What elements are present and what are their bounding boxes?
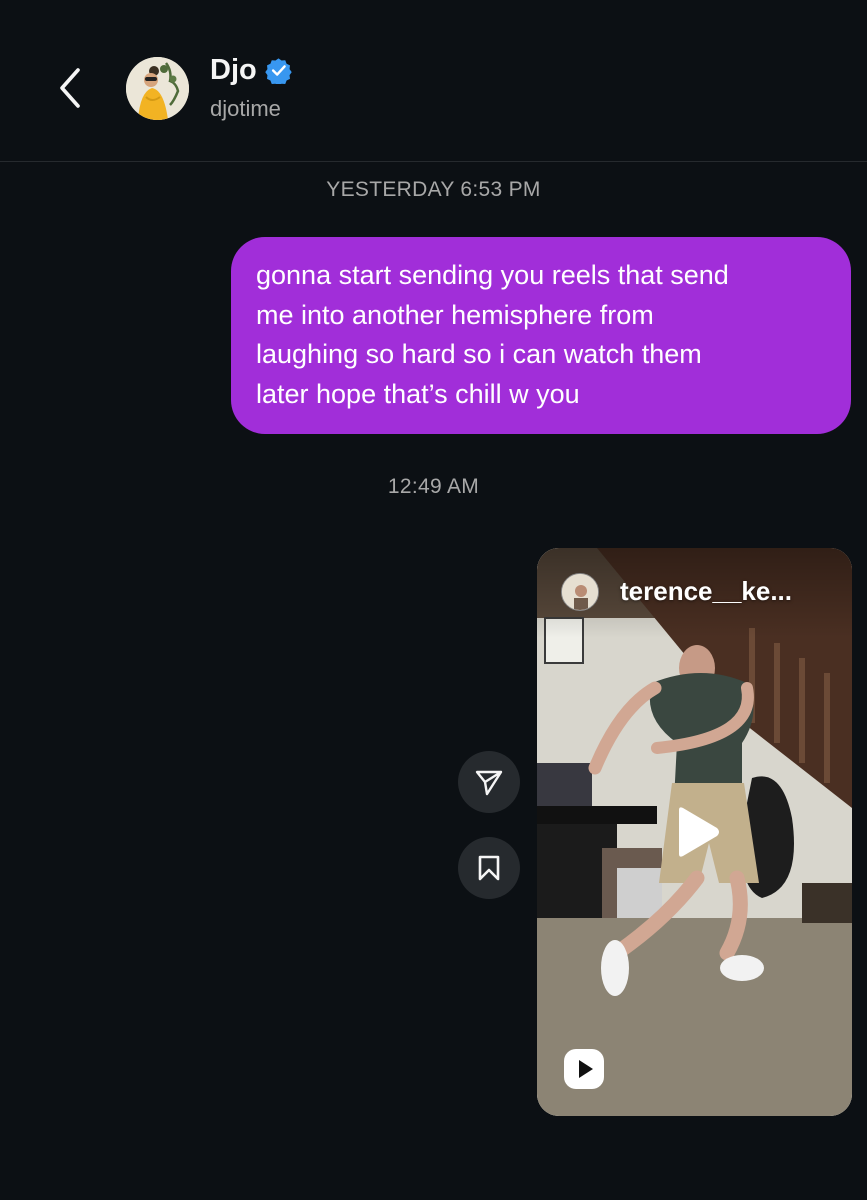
play-button[interactable] (667, 804, 723, 860)
chat-header: Djo djotime (0, 0, 867, 162)
message-text-line: me into another hemisphere from (256, 299, 654, 330)
save-reel-button[interactable] (458, 837, 520, 899)
message-timestamp: 12:49 AM (387, 475, 480, 498)
contact-handle: djotime (210, 96, 281, 121)
chat-title[interactable]: Djo (210, 54, 292, 87)
message-text-line: later hope that’s chill w you (256, 378, 580, 409)
chevron-left-icon (60, 68, 80, 108)
contact-name: Djo (210, 54, 257, 86)
back-button[interactable] (50, 62, 90, 114)
message-text-line: laughing so hard so i can watch them (256, 339, 702, 369)
play-icon (679, 807, 719, 857)
reel-author-name[interactable]: terence__ke... (620, 576, 792, 607)
bookmark-icon (478, 855, 500, 881)
reels-badge (562, 1047, 606, 1091)
reel-author-avatar[interactable] (561, 573, 599, 611)
avatar[interactable] (126, 57, 189, 120)
send-icon (475, 770, 503, 796)
message-timestamp: YESTERDAY 6:53 PM (326, 178, 541, 201)
reels-icon (564, 1049, 604, 1089)
share-reel-button[interactable] (458, 751, 520, 813)
verified-badge-icon (264, 58, 292, 84)
sent-message-bubble[interactable]: gonna start sending you reels that send … (231, 237, 851, 434)
message-text-line: gonna start sending you reels that send (256, 260, 729, 290)
